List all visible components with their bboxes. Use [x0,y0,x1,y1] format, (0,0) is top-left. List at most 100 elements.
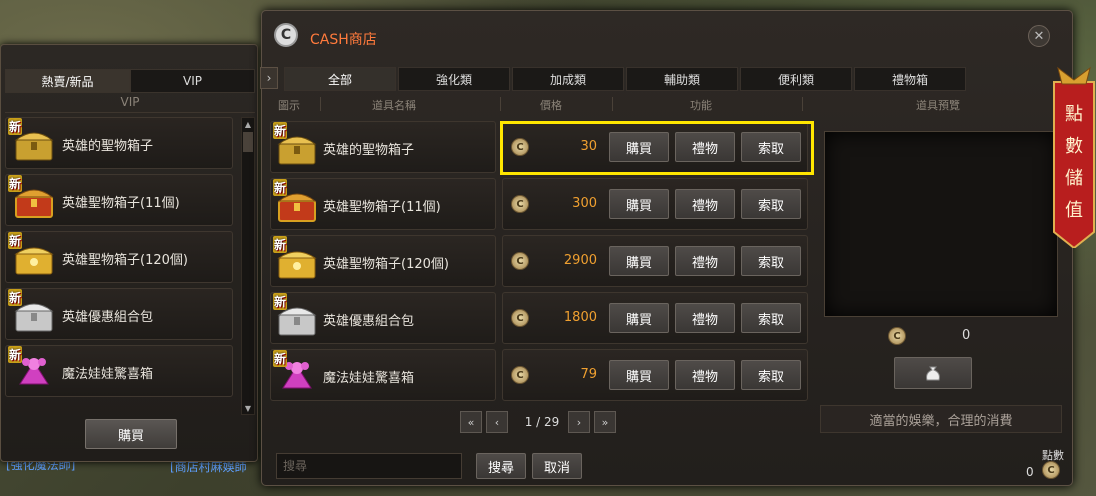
item-price: 79 [580,367,597,382]
banner-char: 儲 [1065,168,1083,189]
collapse-panel-button[interactable]: › [260,67,278,89]
gift-button[interactable]: 禮物 [675,360,735,390]
item-row[interactable]: 新 魔法娃娃驚喜箱 [270,349,496,401]
request-button[interactable]: 索取 [741,189,801,219]
scroll-down-icon[interactable]: ▼ [242,402,254,414]
item-name: 英雄優惠組合包 [323,314,415,329]
item-name: 魔法娃娃驚喜箱 [323,371,415,386]
new-badge: 新 [273,179,288,196]
new-badge: 新 [8,289,23,306]
scroll-thumb[interactable] [243,132,253,152]
column-header-icon: 圖示 [278,99,300,112]
new-badge: 新 [273,350,288,367]
tab-convenience[interactable]: 便利類 [740,67,852,91]
money-bag-button[interactable] [894,357,972,389]
list-item[interactable]: 新 英雄優惠組合包 [5,288,233,340]
item-row[interactable]: 新 英雄的聖物箱子 [270,121,496,173]
item-row[interactable]: 新 英雄優惠組合包 [270,292,496,344]
preview-points: 0 [962,328,971,343]
coin-icon: C [1042,461,1060,479]
cancel-button[interactable]: 取消 [532,453,582,479]
tab-bonus[interactable]: 加成類 [512,67,624,91]
gift-button[interactable]: 禮物 [675,189,735,219]
item-name: 英雄聖物箱子(11個) [323,200,441,215]
search-button[interactable]: 搜尋 [476,453,526,479]
list-item[interactable]: 新 英雄聖物箱子(120個) [5,231,233,283]
column-divider [802,97,803,111]
gift-button[interactable]: 禮物 [675,303,735,333]
coin-icon: C [511,366,529,384]
points-value: 0 [1026,465,1034,479]
coin-icon: C [888,327,906,345]
list-item-name: 魔法娃娃驚喜箱 [62,367,154,382]
column-header-name: 道具名稱 [372,99,416,112]
item-row[interactable]: 新 英雄聖物箱子(11個) [270,178,496,230]
next-page-button[interactable]: › [568,411,590,433]
banner-char: 值 [1065,200,1083,221]
page-indicator: 1 / 29 [524,415,560,429]
list-item-name: 英雄的聖物箱子 [62,139,154,154]
item-actions-row: C 79 購買 禮物 索取 [502,349,808,401]
coin-icon: C [511,309,529,327]
item-actions-row: C 300 購買 禮物 索取 [502,178,808,230]
list-item[interactable]: 新 英雄聖物箱子(11個) [5,174,233,226]
scroll-up-icon[interactable]: ▲ [242,118,254,130]
category-tabs: 全部 強化類 加成類 輔助類 便利類 禮物箱 [284,67,966,91]
left-item-list: 新 英雄的聖物箱子 新 英雄聖物箱子(11個) 新 英雄聖物箱子(120個) 新… [5,117,237,417]
banner-char: 數 [1065,136,1083,157]
selection-highlight [500,121,814,175]
first-page-button[interactable]: « [460,411,482,433]
search-input[interactable]: 搜尋 [276,453,462,479]
gift-button[interactable]: 禮物 [675,246,735,276]
coin-icon: C [511,252,529,270]
column-divider [612,97,613,111]
close-button[interactable]: ✕ [1028,25,1050,47]
request-button[interactable]: 索取 [741,360,801,390]
list-item-name: 英雄聖物箱子(120個) [62,253,188,268]
new-badge: 新 [8,346,23,363]
money-bag-icon [926,366,940,381]
tab-vip[interactable]: VIP [130,69,255,93]
list-item-name: 英雄優惠組合包 [62,310,154,325]
buy-button[interactable]: 購買 [609,189,669,219]
left-panel-subheader: VIP [5,95,255,113]
item-name: 英雄的聖物箱子 [323,143,415,158]
new-badge: 新 [8,118,23,135]
buy-button[interactable]: 購買 [609,360,669,390]
item-preview-box [824,131,1058,317]
points-recharge-banner[interactable]: 點 數 儲 值 [1052,62,1096,248]
prev-page-button[interactable]: ‹ [486,411,508,433]
request-button[interactable]: 索取 [741,303,801,333]
item-name: 英雄聖物箱子(120個) [323,257,449,272]
request-button[interactable]: 索取 [741,246,801,276]
tab-support[interactable]: 輔助類 [626,67,738,91]
coin-icon: C [511,195,529,213]
buy-button[interactable]: 購買 [609,303,669,333]
last-page-button[interactable]: » [594,411,616,433]
column-header-preview: 道具預覽 [916,99,960,112]
new-badge: 新 [8,175,23,192]
column-divider [320,97,321,111]
item-actions-row: C 2900 購買 禮物 索取 [502,235,808,287]
item-price: 1800 [563,310,597,325]
buy-button[interactable]: 購買 [609,246,669,276]
new-badge: 新 [273,122,288,139]
tab-enhance[interactable]: 強化類 [398,67,510,91]
list-item-name: 英雄聖物箱子(11個) [62,196,180,211]
window-title: CASH商店 [310,32,377,48]
banner-char: 點 [1065,104,1083,125]
left-panel-tabs: 熱賣/新品 VIP [5,69,255,93]
left-buy-button[interactable]: 購買 [85,419,177,449]
item-actions-row: C 1800 購買 禮物 索取 [502,292,808,344]
list-item[interactable]: 新 英雄的聖物箱子 [5,117,233,169]
new-badge: 新 [273,236,288,253]
tab-hot-new[interactable]: 熱賣/新品 [5,69,130,93]
tab-all[interactable]: 全部 [284,67,396,91]
item-price: 300 [572,196,597,211]
list-item[interactable]: 新 魔法娃娃驚喜箱 [5,345,233,397]
tab-gift-box[interactable]: 禮物箱 [854,67,966,91]
cash-shop-window: C CASH商店 ✕ › 全部 強化類 加成類 輔助類 便利類 禮物箱 圖示 道… [260,10,1073,486]
item-row[interactable]: 新 英雄聖物箱子(120個) [270,235,496,287]
left-list-scrollbar[interactable]: ▲ ▼ [241,117,255,415]
new-badge: 新 [8,232,23,249]
